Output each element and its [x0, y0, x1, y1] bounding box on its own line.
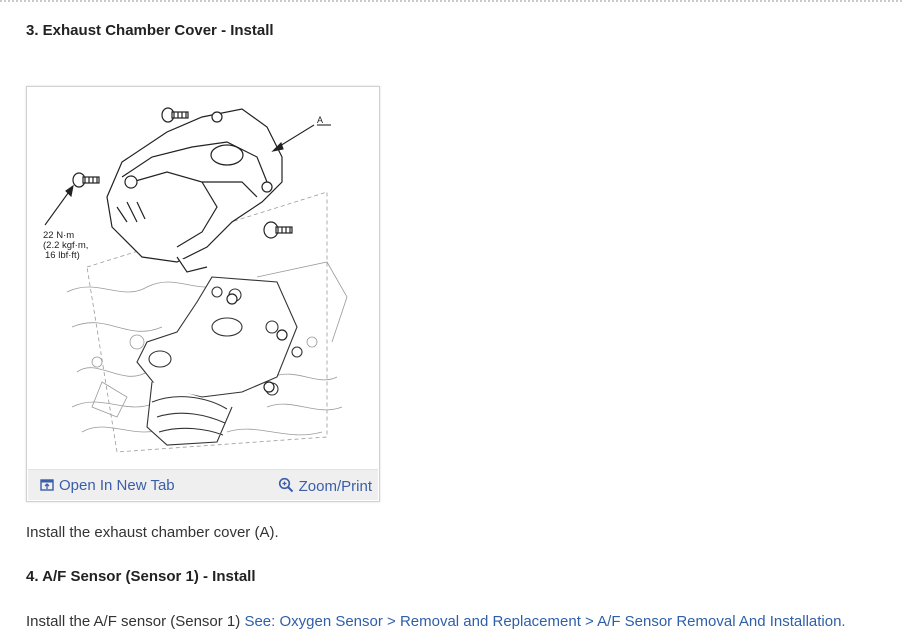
- torque-line-3: 16 lbf·ft): [45, 250, 80, 261]
- bolt-top: [161, 107, 189, 123]
- top-divider: [0, 0, 902, 2]
- callout-a-label: A: [317, 115, 323, 125]
- open-in-new-tab-link[interactable]: Open In New Tab: [40, 477, 175, 494]
- bolt-left: [72, 172, 100, 188]
- open-in-new-tab-label: Open In New Tab: [59, 477, 175, 494]
- step-4-instruction-text: Install the A/F sensor (Sensor 1): [26, 613, 245, 630]
- step-4-instruction: Install the A/F sensor (Sensor 1) See: O…: [26, 613, 846, 630]
- zoom-print-link[interactable]: Zoom/Print: [278, 477, 372, 495]
- exhaust-manifold: [136, 276, 303, 446]
- oxygen-sensor-reference-link[interactable]: See: Oxygen Sensor > Removal and Replace…: [244, 613, 845, 630]
- figure-toolbar: Open In New Tab Zoom/Print: [28, 469, 378, 500]
- step-3-instruction: Install the exhaust chamber cover (A).: [26, 524, 279, 541]
- zoom-print-label: Zoom/Print: [298, 478, 372, 495]
- step-4-heading: 4. A/F Sensor (Sensor 1) - Install: [26, 568, 256, 585]
- zoom-magnifier-icon: [278, 477, 293, 493]
- step-3-heading: 3. Exhaust Chamber Cover - Install: [26, 22, 274, 39]
- open-new-tab-icon: [40, 479, 54, 491]
- exhaust-chamber-cover: [106, 108, 283, 273]
- bolt-right: [263, 221, 293, 239]
- exhaust-cover-diagram[interactable]: A 22 N·m (2.2 kgf·m, 16 lbf·ft): [27, 87, 379, 467]
- exhaust-cover-figure: A 22 N·m (2.2 kgf·m, 16 lbf·ft) Open In …: [26, 86, 380, 502]
